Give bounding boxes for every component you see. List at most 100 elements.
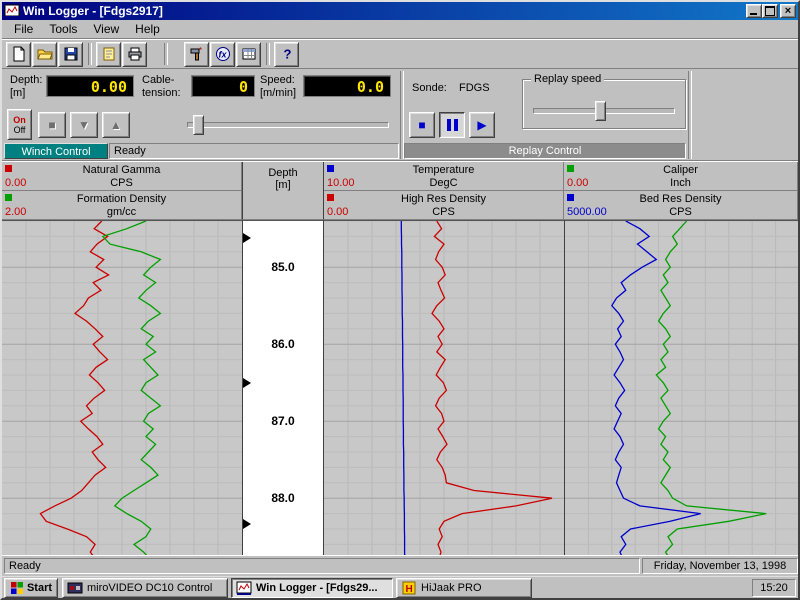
curve-scale: 10.00DegC20.00 <box>324 177 563 189</box>
print-icon[interactable] <box>122 42 147 67</box>
curve-color-swatch <box>5 194 12 201</box>
replay-speed-group: Replay speed <box>522 79 686 129</box>
menu-tools[interactable]: Tools <box>41 21 85 37</box>
winch-status-field: Ready <box>109 143 399 159</box>
depth-axis-label: Depth <box>243 167 323 179</box>
grid-icon[interactable] <box>236 42 261 67</box>
log-chart: Natural Gamma0.00CPS250.00Formation Dens… <box>2 161 798 555</box>
winch-down-button[interactable]: ▼ <box>70 112 98 138</box>
curve-color-swatch <box>567 194 574 201</box>
taskbar-item-2[interactable]: Win Logger - [Fdgs29... <box>231 578 393 598</box>
taskbar-item-3[interactable]: HHiJaak PRO <box>396 578 532 598</box>
depth-marker-icon <box>243 378 251 388</box>
speed-display: 0.0 <box>303 75 391 97</box>
curve-scale: 0.00CPS2000.00 <box>324 206 563 218</box>
track3-header-row2: Bed Res Density5000.00CPS15000.00 <box>564 191 798 220</box>
start-label: Start <box>27 582 52 594</box>
help-icon[interactable]: ? <box>274 42 299 67</box>
winch-stop-button[interactable]: ■ <box>38 112 66 138</box>
curve-name: Caliper <box>564 164 797 176</box>
scale-unit: gm/cc <box>2 206 241 218</box>
taskbar-clock[interactable]: 15:20 <box>752 579 796 597</box>
close-icon: × <box>785 6 791 17</box>
status-date: Friday, November 13, 1998 <box>642 558 798 574</box>
menu-file[interactable]: File <box>6 21 41 37</box>
depth-unit-label: [m] <box>10 87 25 99</box>
depth-header: Depth[m] <box>242 162 324 220</box>
curve-scale: 0.00CPS250.00 <box>2 177 241 189</box>
scale-unit: CPS <box>324 206 563 218</box>
minimize-icon <box>750 13 757 15</box>
track3-canvas <box>565 221 798 555</box>
close-button[interactable]: × <box>780 4 796 18</box>
restore-button[interactable] <box>762 4 778 18</box>
winch-power-button[interactable]: On Off <box>7 109 32 140</box>
open-folder-icon[interactable] <box>32 42 57 67</box>
cable-tension-label-1: Cable- <box>142 74 174 86</box>
minimize-button[interactable] <box>746 4 762 18</box>
curve-scale: 5000.00CPS15000.00 <box>564 206 797 218</box>
title-bar: Win Logger - [Fdgs2917] × <box>2 2 798 20</box>
curve-color-swatch <box>567 165 574 172</box>
cable-tension-display: 0 <box>191 75 255 97</box>
winch-speed-slider[interactable] <box>187 122 389 128</box>
tools-hammer-icon[interactable]: * <box>184 42 209 67</box>
app-icon[interactable] <box>4 3 20 19</box>
functions-icon[interactable]: fx <box>210 42 235 67</box>
svg-text:H: H <box>406 584 413 595</box>
replay-play-button[interactable]: ▶ <box>469 112 495 138</box>
curve-scale: 0.00Inch10.00 <box>564 177 797 189</box>
curve-name: Natural Gamma <box>2 164 241 176</box>
caliper-curve <box>656 221 766 555</box>
arrow-up-icon: ▲ <box>110 119 122 131</box>
depth-label: Depth: <box>10 74 42 86</box>
depth-tick-label: 87.0 <box>243 414 323 428</box>
curve-name: Bed Res Density <box>564 193 797 205</box>
taskbar-item-1[interactable]: miroVIDEO DC10 Control <box>62 578 228 598</box>
scale-min: 0.00 <box>327 206 348 218</box>
svg-text:*: * <box>199 46 202 55</box>
curve-color-swatch <box>327 165 334 172</box>
document-icon[interactable] <box>96 42 121 67</box>
replay-stop-button[interactable]: ■ <box>409 112 435 138</box>
toolbar: * fx? <box>2 39 798 69</box>
speed-unit-label: [m/min] <box>260 87 296 99</box>
toolbar-separator <box>266 43 270 65</box>
scale-unit: DegC <box>324 177 563 189</box>
depth-display: 0.00 <box>46 75 134 97</box>
off-label: Off <box>14 125 26 135</box>
svg-text:fx: fx <box>218 50 227 60</box>
scale-min: 10.00 <box>327 177 355 189</box>
replay-pause-button[interactable] <box>439 112 465 138</box>
curve-name: Temperature <box>324 164 563 176</box>
winch-up-button[interactable]: ▲ <box>102 112 130 138</box>
pause-icon <box>447 119 458 131</box>
depth-marker-icon <box>243 233 251 243</box>
toolbar-separator <box>164 43 168 65</box>
start-button[interactable]: Start <box>4 578 58 598</box>
track2-canvas <box>324 221 564 555</box>
panel-divider <box>688 71 692 159</box>
bed-res-density-curve <box>612 221 701 555</box>
stop-icon: ■ <box>418 119 425 131</box>
status-bar: Ready Friday, November 13, 1998 <box>2 555 798 576</box>
taskbar-item-label: Win Logger - [Fdgs29... <box>256 582 378 594</box>
winch-control-badge: Winch Control <box>4 143 108 159</box>
replay-speed-slider-thumb[interactable] <box>595 101 606 121</box>
track1-canvas <box>2 221 242 555</box>
sonde-value: FDGS <box>459 82 490 94</box>
win-logger-window: Win Logger - [Fdgs2917] × FileToolsViewH… <box>0 0 800 600</box>
status-message: Ready <box>4 558 640 574</box>
new-doc-icon[interactable] <box>6 42 31 67</box>
depth-column: 85.086.087.088.0 <box>242 220 324 555</box>
temperature-curve <box>401 221 405 555</box>
depth-tick-label: 88.0 <box>243 491 323 505</box>
menu-help[interactable]: Help <box>127 21 168 37</box>
winch-speed-slider-thumb[interactable] <box>193 115 204 135</box>
save-icon[interactable] <box>58 42 83 67</box>
toolbar-separator <box>88 43 92 65</box>
depth-axis-unit: [m] <box>243 179 323 191</box>
track3-header-row1: Caliper0.00Inch10.00 <box>564 162 798 191</box>
stop-icon: ■ <box>48 119 55 131</box>
menu-view[interactable]: View <box>85 21 127 37</box>
